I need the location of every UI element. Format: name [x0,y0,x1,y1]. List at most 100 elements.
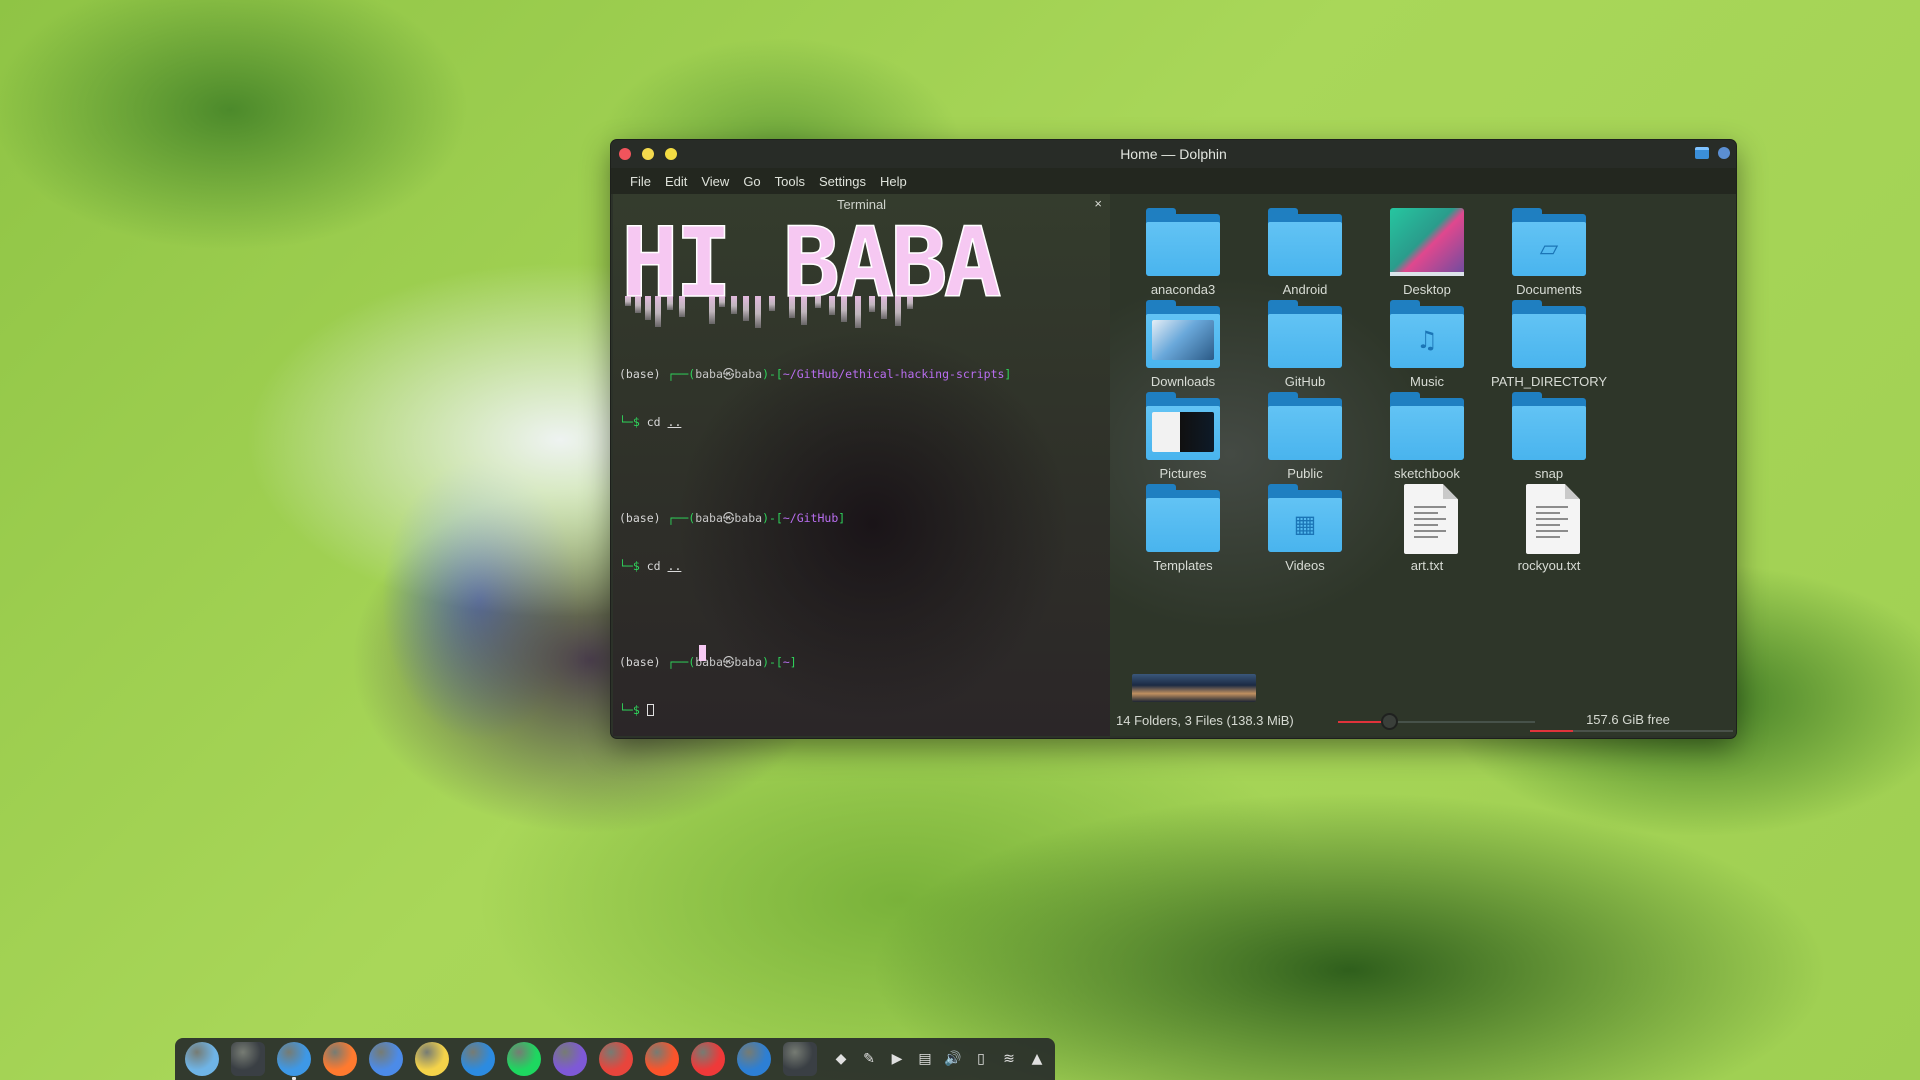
tray-expand-icon[interactable]: ▲ [1026,1048,1048,1070]
dock-app-bolt[interactable] [734,1039,774,1079]
dock-app-obsidian[interactable] [550,1039,590,1079]
file-item-snap[interactable]: snap [1484,378,1614,483]
icon-part [1146,222,1220,276]
folder-icon [1512,392,1586,460]
terminal-panel[interactable]: Terminal × HI BABA (base) ┌──(baba㉿baba)… [613,194,1110,736]
file-item-videos[interactable]: ▦ Videos [1240,470,1370,575]
file-item-pictures[interactable]: Pictures [1118,378,1248,483]
banner-drip [841,296,847,322]
file-item-public[interactable]: Public [1240,378,1370,483]
folder-icon [1512,300,1586,368]
brave-icon [645,1042,679,1076]
clipboard-icon[interactable]: ▤ [914,1048,936,1070]
banner-drip [789,296,795,318]
dock-app-elementary-launcher[interactable] [182,1039,222,1079]
folder-music-icon: ♫ [1390,300,1464,368]
dock-app-vivaldi[interactable] [688,1039,728,1079]
file-item-anaconda3[interactable]: anaconda3 [1118,194,1248,299]
menu-tools[interactable]: Tools [768,174,812,189]
wifi-icon[interactable]: ≋ [998,1048,1020,1070]
media-play-icon[interactable]: ▶ [886,1048,908,1070]
ascii-banner: HI BABA [620,218,1006,328]
file-item-documents[interactable]: ▱ Documents [1484,194,1614,299]
dock-app-chromium[interactable] [366,1039,406,1079]
system-tray: ◆ ✎ ▶ ▤ 🔊 ▯ ≋ ▲ [830,1048,1054,1070]
menu-settings[interactable]: Settings [812,174,873,189]
file-item-path-directory[interactable]: PATH_DIRECTORY [1484,286,1614,391]
anydesk-icon[interactable]: ◆ [830,1048,852,1070]
icon-part [1152,412,1214,452]
banner-drip [719,296,725,307]
banner-drip [881,296,887,319]
menu-view[interactable]: View [694,174,736,189]
dock: ◆ ✎ ▶ ▤ 🔊 ▯ ≋ ▲ [175,1038,1055,1080]
folder-icon [1146,208,1220,276]
terminal-icon [231,1042,265,1076]
title-bar[interactable]: Home — Dolphin [611,140,1736,168]
banner-drip [815,296,821,308]
dock-app-notes[interactable] [412,1039,452,1079]
icon-part [1512,406,1586,460]
free-space-bar [1530,730,1733,732]
icon-part: ▱ [1539,234,1559,262]
icon-part: ♫ [1416,326,1438,354]
desktop-thumbnail [1390,208,1464,276]
dock-app-files[interactable] [274,1039,314,1080]
banner-drip [855,296,861,328]
obsidian-icon [553,1042,587,1076]
volume-icon[interactable]: 🔊 [942,1048,964,1070]
folder-icon [1146,484,1220,552]
file-item-github[interactable]: GitHub [1240,286,1370,391]
file-item-desktop[interactable]: Desktop [1362,194,1492,299]
pictures-thumbnail [1146,392,1220,460]
file-view[interactable]: anaconda3 Android Desktop ▱ Documents Downloa… [1110,194,1736,736]
banner-drip [625,296,631,306]
menu-edit[interactable]: Edit [658,174,694,189]
file-item-android[interactable]: Android [1240,194,1370,299]
menu-bar: File Edit View Go Tools Settings Help [611,168,1736,194]
window-menu-icon[interactable] [1695,147,1709,159]
folder-icon [1268,300,1342,368]
file-item-sketchbook[interactable]: sketchbook [1362,378,1492,483]
file-item-rockyou-txt[interactable]: rockyou.txt [1484,470,1614,575]
menu-help[interactable]: Help [873,174,914,189]
dock-app-firefox[interactable] [320,1039,360,1079]
dock-app-chrome[interactable] [596,1039,636,1079]
dock-app-activity[interactable] [780,1039,820,1079]
banner-drip [743,296,749,321]
free-space-used [1530,730,1573,732]
banner-drip [829,296,835,315]
keep-above-icon[interactable] [1718,147,1730,159]
dock-app-terminal[interactable] [228,1039,268,1079]
zoom-slider-handle[interactable] [1381,713,1399,730]
dock-app-brave[interactable] [642,1039,682,1079]
preview-thumbnail [1132,674,1256,702]
ascii-banner-text: HI BABA [621,218,1001,319]
zoom-slider[interactable] [1338,713,1535,730]
terminal-output: (base) ┌──(baba㉿baba)-[~/GitHub/ethical-… [619,367,1012,717]
icon-part [1268,222,1342,276]
menu-file[interactable]: File [623,174,658,189]
pen-icon[interactable]: ✎ [858,1048,880,1070]
bolt-icon [737,1042,771,1076]
file-item-downloads[interactable]: Downloads [1118,286,1248,391]
file-item-label: rockyou.txt [1517,558,1581,573]
icon-part [1404,484,1458,554]
icon-part [1536,536,1560,538]
file-item-music[interactable]: ♫ Music [1362,286,1492,391]
notes-icon [415,1042,449,1076]
icon-part [1443,484,1458,499]
icon-part [1152,320,1214,360]
menu-go[interactable]: Go [736,174,767,189]
file-item-templates[interactable]: Templates [1118,470,1248,575]
terminal-close-icon[interactable]: × [1094,196,1102,211]
dock-app-vscode[interactable] [458,1039,498,1079]
vscode-icon [461,1042,495,1076]
terminal-cursor[interactable] [646,704,654,716]
dock-app-spotify[interactable] [504,1039,544,1079]
window-title: Home — Dolphin [1120,146,1227,162]
dolphin-window[interactable]: Home — Dolphin File Edit View Go Tools S… [611,140,1736,738]
battery-icon[interactable]: ▯ [970,1048,992,1070]
file-item-art-txt[interactable]: art.txt [1362,470,1492,575]
icon-part [1268,314,1342,368]
